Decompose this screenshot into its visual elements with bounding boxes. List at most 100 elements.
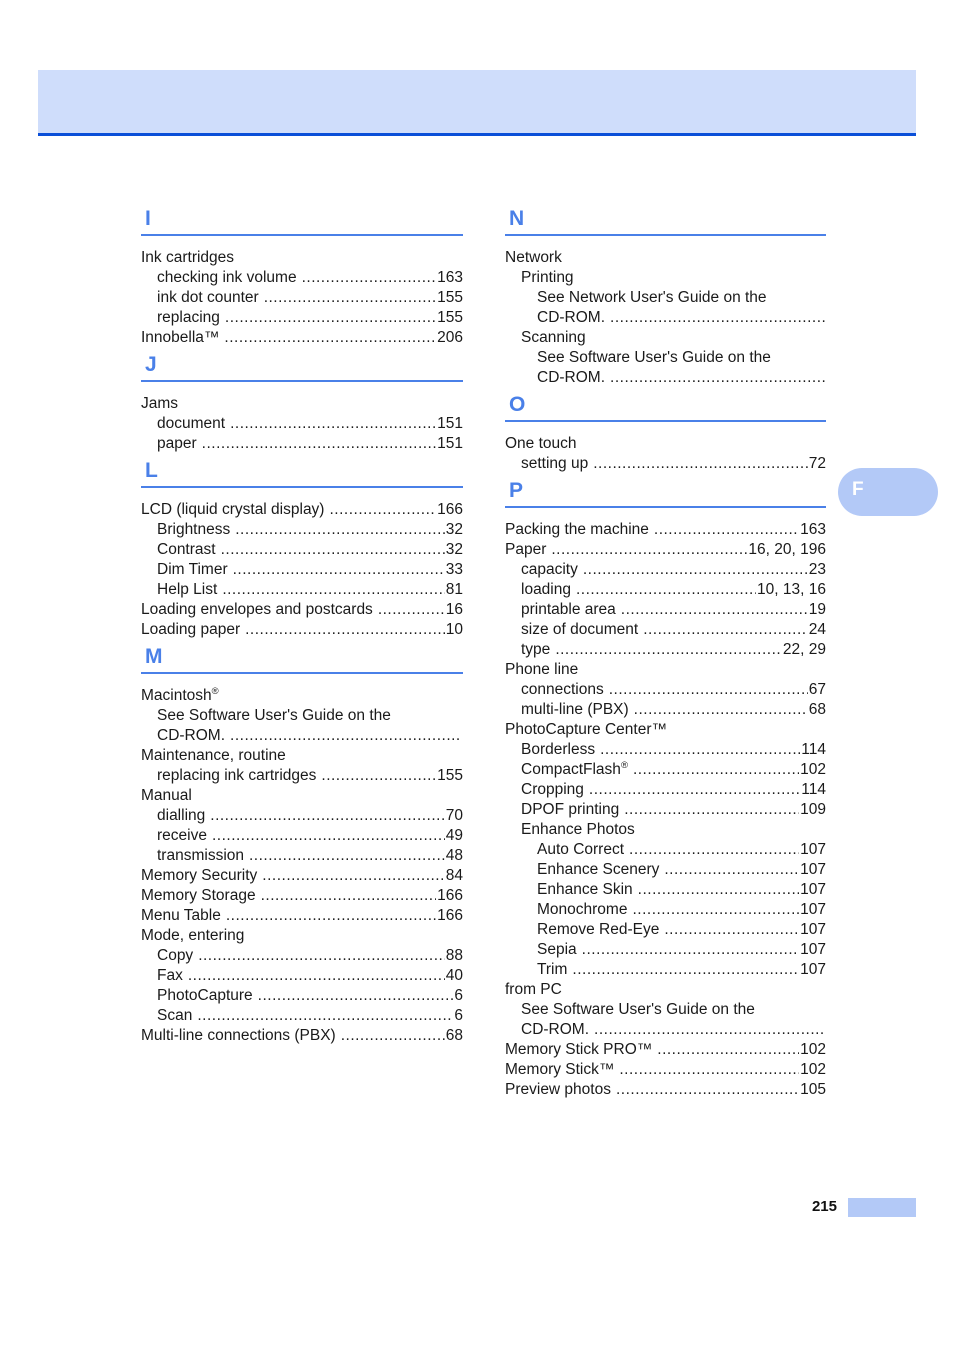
leader-dots: ........................................… xyxy=(619,1061,800,1078)
index-entry-label: CD-ROM. xyxy=(537,369,606,386)
index-entry[interactable]: Loading envelopes and postcards.........… xyxy=(141,600,463,620)
index-entry[interactable]: Memory Storage..........................… xyxy=(141,886,463,906)
leader-dots: ........................................… xyxy=(624,801,800,818)
index-entry[interactable]: Cropping................................… xyxy=(505,780,826,800)
index-entry-page: 67 xyxy=(808,681,826,698)
index-entry[interactable]: dialling................................… xyxy=(141,806,463,826)
index-entry-label: Maintenance, routine xyxy=(141,747,286,764)
index-entry[interactable]: Fax.....................................… xyxy=(141,966,463,986)
leader-dots: ........................................… xyxy=(230,415,437,432)
index-entry[interactable]: replacing ink cartridges................… xyxy=(141,766,463,786)
index-entry[interactable]: See Network User's Guide on the xyxy=(505,288,826,308)
index-entry-page: 114 xyxy=(801,741,826,758)
index-entry[interactable]: Memory Stick™...........................… xyxy=(505,1060,826,1080)
letter-heading: L xyxy=(145,459,158,482)
index-entry[interactable]: Copy....................................… xyxy=(141,946,463,966)
index-entry[interactable]: Innobella™..............................… xyxy=(141,328,463,348)
index-entry[interactable]: document................................… xyxy=(141,414,463,434)
index-entry-label: capacity xyxy=(521,561,578,578)
index-entry[interactable]: PhotoCapture Center™ xyxy=(505,720,826,740)
index-entry[interactable]: ink dot counter.........................… xyxy=(141,288,463,308)
index-entry[interactable]: Auto Correct............................… xyxy=(505,840,826,860)
index-entry[interactable]: Manual xyxy=(141,786,463,806)
index-entry-list: One touch setting up.....................… xyxy=(505,434,826,474)
index-entry[interactable]: See Software User's Guide on the xyxy=(505,1000,826,1020)
index-entry[interactable]: CD-ROM..................................… xyxy=(505,308,826,328)
index-entry[interactable]: loading.................................… xyxy=(505,580,826,600)
index-entry[interactable]: setting up..............................… xyxy=(505,454,826,474)
index-entry[interactable]: Preview photos..........................… xyxy=(505,1080,826,1100)
letter-heading: O xyxy=(509,393,526,416)
index-entry[interactable]: receive.................................… xyxy=(141,826,463,846)
index-entry[interactable]: Trim....................................… xyxy=(505,960,826,980)
index-entry[interactable]: Sepia...................................… xyxy=(505,940,826,960)
index-entry[interactable]: CompactFlash®...........................… xyxy=(505,760,826,780)
index-entry[interactable]: Menu Table..............................… xyxy=(141,906,463,926)
index-entry[interactable]: type....................................… xyxy=(505,640,826,660)
index-entry[interactable]: Printing xyxy=(505,268,826,288)
leader-dots: ........................................… xyxy=(643,621,808,638)
index-entry[interactable]: Enhance Photos xyxy=(505,820,826,840)
index-entry[interactable]: Phone line xyxy=(505,660,826,680)
index-entry[interactable]: paper...................................… xyxy=(141,434,463,454)
index-entry[interactable]: Contrast................................… xyxy=(141,540,463,560)
index-entry[interactable]: Jams xyxy=(141,394,463,414)
index-entry[interactable]: size of document........................… xyxy=(505,620,826,640)
index-entry[interactable]: Memory Stick PRO™.......................… xyxy=(505,1040,826,1060)
index-entry-label: Borderless xyxy=(521,741,596,758)
page-footer: 215 xyxy=(0,1196,954,1226)
leader-dots: ........................................… xyxy=(198,947,445,964)
index-entry[interactable]: Multi-line connections (PBX)............… xyxy=(141,1026,463,1046)
leader-dots: ........................................… xyxy=(632,901,799,918)
index-entry-label: PhotoCapture xyxy=(157,987,253,1004)
index-entry-label: replacing ink cartridges xyxy=(157,767,317,784)
index-entry[interactable]: Scan....................................… xyxy=(141,1006,463,1026)
index-entry-page: 24 xyxy=(808,621,826,638)
index-entry[interactable]: LCD (liquid crystal display)............… xyxy=(141,500,463,520)
index-entry[interactable]: Enhance Skin............................… xyxy=(505,880,826,900)
side-tab-marker: F xyxy=(838,468,938,516)
index-entry[interactable]: Maintenance, routine xyxy=(141,746,463,766)
index-entry[interactable]: Dim Timer...............................… xyxy=(141,560,463,580)
index-entry[interactable]: Memory Security.........................… xyxy=(141,866,463,886)
index-entry[interactable]: Help List...............................… xyxy=(141,580,463,600)
index-entry-label: Printing xyxy=(521,269,574,286)
index-entry[interactable]: Paper...................................… xyxy=(505,540,826,560)
page-number: 215 xyxy=(811,1198,837,1215)
index-entry-label: Ink cartridges xyxy=(141,249,235,266)
index-entry[interactable]: Borderless..............................… xyxy=(505,740,826,760)
index-entry[interactable]: Network xyxy=(505,248,826,268)
index-entry[interactable]: connections.............................… xyxy=(505,680,826,700)
index-entry[interactable]: capacity................................… xyxy=(505,560,826,580)
index-entry[interactable]: replacing...............................… xyxy=(141,308,463,328)
index-entry[interactable]: Ink cartridges xyxy=(141,248,463,268)
index-entry[interactable]: Brightness..............................… xyxy=(141,520,463,540)
index-entry[interactable]: See Software User's Guide on the xyxy=(505,348,826,368)
index-entry[interactable]: Remove Red-Eye..........................… xyxy=(505,920,826,940)
index-entry[interactable]: Loading paper...........................… xyxy=(141,620,463,640)
letter-section-i: I Ink cartridges checking ink volume......… xyxy=(141,208,463,348)
index-entry[interactable]: CD-ROM..................................… xyxy=(141,726,463,746)
leader-dots: ........................................… xyxy=(329,501,436,518)
index-entry-list: Macintosh® See Software User's Guide on t… xyxy=(141,686,463,1046)
index-entry[interactable]: See Software User's Guide on the xyxy=(141,706,463,726)
letter-heading: N xyxy=(509,207,525,230)
index-entry[interactable]: CD-ROM..................................… xyxy=(505,368,826,388)
index-entry[interactable]: from PC xyxy=(505,980,826,1000)
letter-section-l: L LCD (liquid crystal display)...........… xyxy=(141,460,463,640)
index-entry[interactable]: Packing the machine.....................… xyxy=(505,520,826,540)
index-entry[interactable]: transmission............................… xyxy=(141,846,463,866)
index-entry[interactable]: DPOF printing...........................… xyxy=(505,800,826,820)
index-entry[interactable]: Monochrome..............................… xyxy=(505,900,826,920)
index-entry[interactable]: CD-ROM..................................… xyxy=(505,1020,826,1040)
index-entry[interactable]: PhotoCapture............................… xyxy=(141,986,463,1006)
index-entry[interactable]: multi-line (PBX)........................… xyxy=(505,700,826,720)
index-entry[interactable]: printable area..........................… xyxy=(505,600,826,620)
index-entry[interactable]: Scanning xyxy=(505,328,826,348)
index-entry[interactable]: Macintosh® xyxy=(141,686,463,706)
index-entry[interactable]: Enhance Scenery.........................… xyxy=(505,860,826,880)
index-entry[interactable]: One touch xyxy=(505,434,826,454)
index-entry[interactable]: Mode, entering xyxy=(141,926,463,946)
leader-dots: ........................................… xyxy=(633,701,808,718)
index-entry[interactable]: checking ink volume.....................… xyxy=(141,268,463,288)
